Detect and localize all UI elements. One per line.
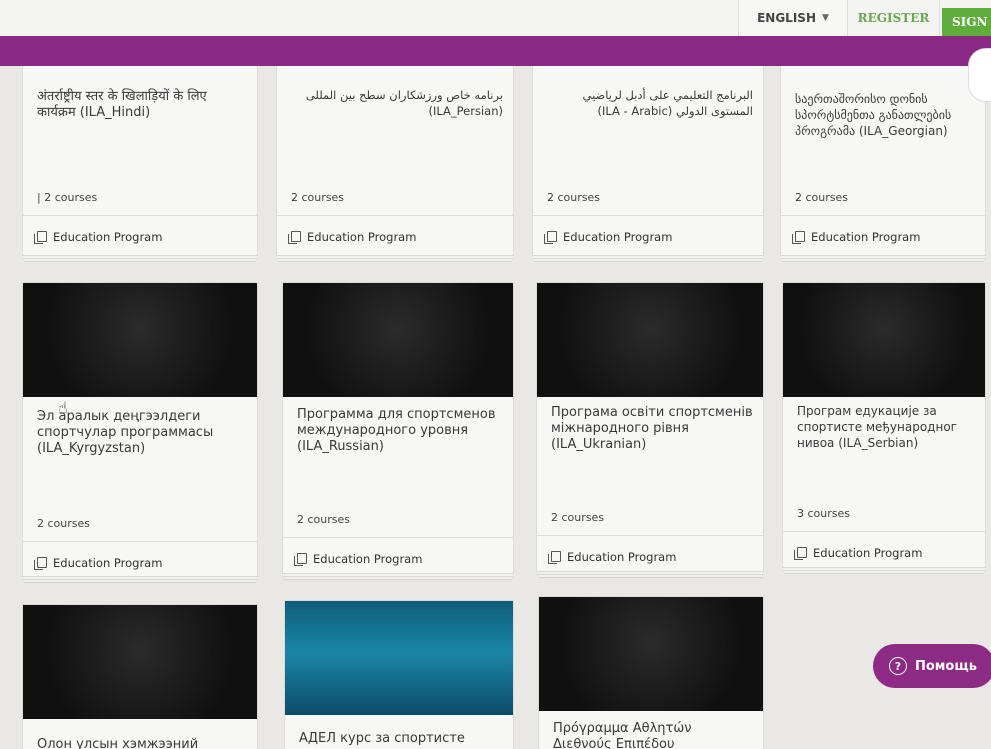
program-type: Education Program xyxy=(23,215,257,255)
top-bar: ENGLISH ▼ REGISTER SIGN xyxy=(0,0,991,36)
speed-skater-image xyxy=(23,283,257,397)
program-title[interactable]: Программа для спортсменов международного… xyxy=(297,407,503,455)
program-type-label: Education Program xyxy=(567,549,677,564)
program-card[interactable]: Πρόγραμμα Αθλητών Διεθνούς Επιπέδου xyxy=(538,596,764,749)
program-title[interactable]: საერთაშორისო დონის სპორტსმენთა განათლები… xyxy=(795,91,975,139)
program-type: Education Program xyxy=(783,531,985,567)
program-card[interactable]: अंतर्राष्ट्रीय स्तर के खिलाड़ियों के लिए… xyxy=(22,62,258,256)
language-label: ENGLISH xyxy=(757,11,816,25)
program-title[interactable]: Олон улсын хэмжээний xyxy=(37,737,247,749)
program-card[interactable]: Олон улсын хэмжээний xyxy=(22,604,258,749)
program-title[interactable]: अंतर्राष्ट्रीय स्तर के खिलाड़ियों के लिए… xyxy=(37,89,247,121)
program-type: Education Program xyxy=(277,215,513,255)
hand-cursor-icon: ☝ xyxy=(58,398,68,417)
program-title[interactable]: Програм едукације за спортисте међународ… xyxy=(797,403,975,451)
program-title[interactable]: برنامه خاص ورزشکاران سطح بین المللی (ILA… xyxy=(291,87,503,119)
document-icon xyxy=(34,557,47,570)
question-circle-icon: ? xyxy=(889,657,907,675)
document-icon xyxy=(294,553,307,566)
help-label: Помощь xyxy=(915,658,977,674)
course-count: 3 courses xyxy=(797,507,850,520)
program-type-label: Education Program xyxy=(313,551,423,566)
course-count: 2 courses xyxy=(795,191,848,204)
course-grid: अंतर्राष्ट्रीय स्तर के खिलाड़ियों के लिए… xyxy=(0,0,991,749)
course-count: 2 courses xyxy=(291,191,344,204)
program-type: Education Program xyxy=(781,215,985,255)
program-type: Education Program xyxy=(23,541,257,576)
course-count: 2 courses xyxy=(37,517,90,530)
course-count: 2 courses xyxy=(297,513,350,526)
document-icon xyxy=(288,231,301,244)
program-type: Education Program xyxy=(537,535,763,571)
program-title[interactable]: Πρόγραμμα Αθλητών Διεθνούς Επιπέδου xyxy=(553,721,753,749)
course-count: 2 courses xyxy=(547,191,600,204)
help-button[interactable]: ? Помощь xyxy=(873,644,991,688)
side-tab[interactable] xyxy=(968,48,991,102)
program-title[interactable]: Програма освіти спортсменів міжнародного… xyxy=(551,405,753,453)
program-type: Education Program xyxy=(283,537,513,573)
program-type: Education Program xyxy=(533,215,763,255)
program-title[interactable]: АДЕЛ курс за спортисте xyxy=(299,731,503,747)
document-icon xyxy=(34,231,47,244)
speed-skater-image xyxy=(539,597,763,711)
program-card[interactable]: Програма освіти спортсменів міжнародного… xyxy=(536,282,764,572)
document-icon xyxy=(548,551,561,564)
swimmer-image xyxy=(285,601,513,715)
program-type-label: Education Program xyxy=(53,555,163,570)
program-type-label: Education Program xyxy=(307,229,417,244)
program-title[interactable]: Эл аралык деңгээлдеги спортчулар програм… xyxy=(37,409,247,457)
program-card[interactable]: Эл аралык деңгээлдеги спортчулар програм… xyxy=(22,282,258,577)
speed-skater-image xyxy=(283,283,513,397)
register-link[interactable]: REGISTER xyxy=(848,0,940,36)
sign-in-button[interactable]: SIGN xyxy=(942,8,991,36)
course-count: | 2 courses xyxy=(37,191,98,204)
document-icon xyxy=(544,231,557,244)
program-card[interactable]: საერთაშორისო დონის სპორტსმენთა განათლები… xyxy=(780,62,986,256)
speed-skater-image xyxy=(783,283,985,397)
program-title[interactable]: البرنامج التعليمي على أدبل لرياضيي المست… xyxy=(547,87,753,119)
program-card[interactable]: البرنامج التعليمي على أدبل لرياضيي المست… xyxy=(532,62,764,256)
language-selector[interactable]: ENGLISH ▼ xyxy=(738,0,848,36)
program-card[interactable]: АДЕЛ курс за спортисте xyxy=(284,600,514,749)
program-type-label: Education Program xyxy=(53,229,163,244)
chevron-down-icon: ▼ xyxy=(821,13,829,23)
speed-skater-image xyxy=(23,605,257,719)
program-type-label: Education Program xyxy=(811,229,921,244)
course-count: 2 courses xyxy=(551,511,604,524)
document-icon xyxy=(792,231,805,244)
document-icon xyxy=(794,547,807,560)
brand-nav-bar xyxy=(0,36,991,66)
program-type-label: Education Program xyxy=(813,545,923,560)
program-type-label: Education Program xyxy=(563,229,673,244)
program-card[interactable]: Програм едукације за спортисте међународ… xyxy=(782,282,986,568)
program-card[interactable]: برنامه خاص ورزشکاران سطح بین المللی (ILA… xyxy=(276,62,514,256)
program-card[interactable]: Программа для спортсменов международного… xyxy=(282,282,514,574)
speed-skater-image xyxy=(537,283,763,397)
